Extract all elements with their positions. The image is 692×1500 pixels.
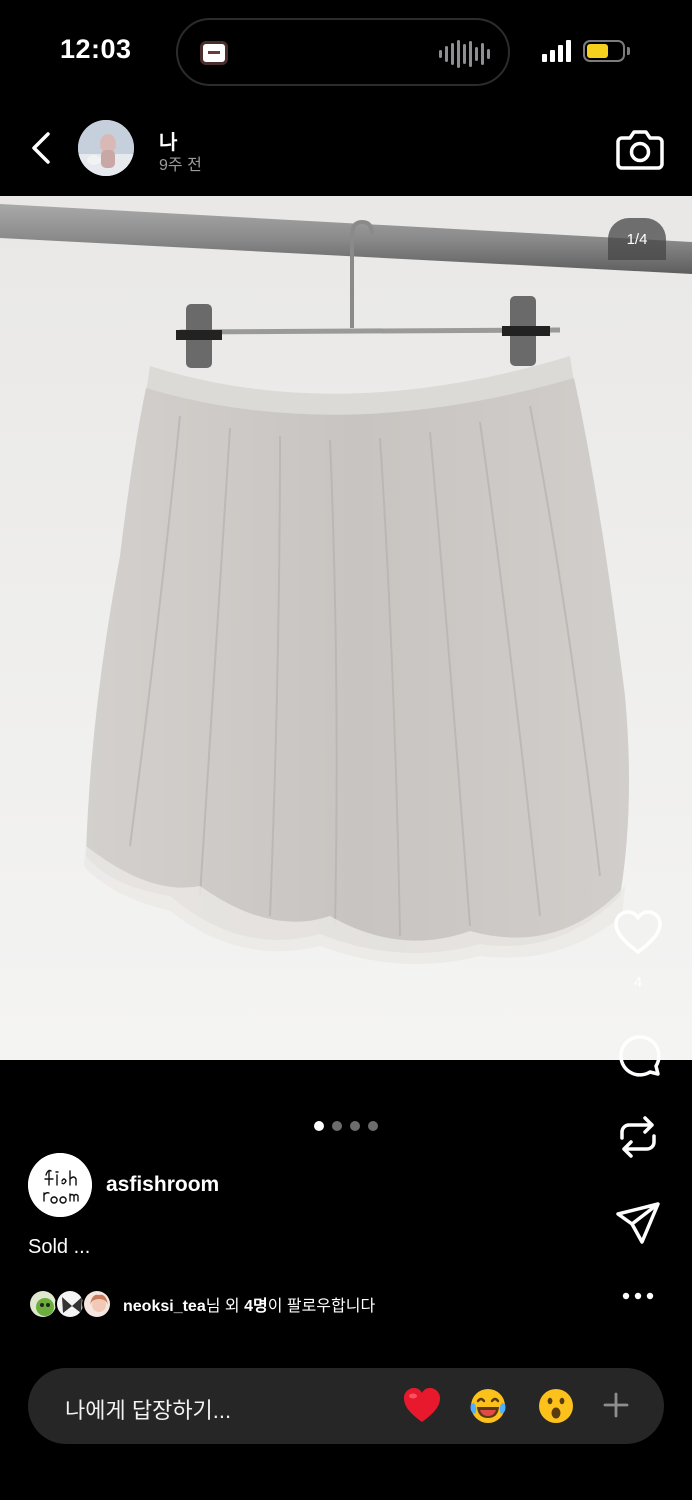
repost-button[interactable] (612, 1112, 664, 1162)
battery-fill (587, 44, 609, 58)
laugh-reaction-button[interactable] (468, 1386, 508, 1426)
tears-of-joy-emoji-icon (470, 1389, 506, 1423)
more-options-button[interactable] (612, 1272, 664, 1322)
repost-icon (620, 1116, 656, 1158)
surprised-emoji-icon (539, 1389, 573, 1423)
carousel-dot-4 (368, 1121, 378, 1131)
carousel-dot-2 (332, 1121, 342, 1131)
add-reaction-button[interactable] (601, 1390, 631, 1420)
comment-icon (619, 1035, 661, 1077)
avatar[interactable] (78, 120, 134, 176)
battery-icon (583, 40, 625, 62)
fishroom-logo (28, 1153, 92, 1217)
post-photo[interactable] (0, 196, 692, 1060)
red-heart-emoji-icon (404, 1388, 440, 1422)
camera-button[interactable] (614, 124, 666, 172)
follow-text: neoksi_tea님 외 4명이 팔로우합니다 (123, 1292, 375, 1316)
follow-middle: 님 외 (205, 1298, 245, 1315)
more-icon (622, 1292, 654, 1300)
follower-avatar-1 (28, 1289, 58, 1319)
send-icon (616, 1202, 660, 1244)
camera-icon (616, 130, 664, 170)
cellular-signal-icon (542, 40, 571, 62)
follower-name[interactable]: neoksi_tea (123, 1298, 206, 1315)
page-indicator: 1/4 (608, 218, 666, 260)
author-avatar[interactable] (28, 1153, 92, 1217)
reply-bar[interactable]: 나에게 답장하기... (28, 1368, 664, 1444)
plus-icon (603, 1392, 629, 1418)
battery-cap (627, 47, 630, 55)
back-button[interactable] (26, 128, 58, 168)
follow-suffix: 이 팔로우합니다 (267, 1298, 376, 1315)
like-count: 4 (633, 974, 643, 991)
status-time: 12:03 (60, 34, 132, 64)
author-name[interactable]: asfishroom (106, 1173, 219, 1197)
avatar-image (78, 120, 134, 176)
follower-avatar-3 (82, 1289, 112, 1319)
chevron-left-icon (32, 132, 50, 164)
dynamic-island[interactable] (176, 18, 510, 86)
like-button[interactable] (612, 908, 664, 958)
heart-reaction-button[interactable] (402, 1386, 442, 1426)
follower-count[interactable]: 4명 (244, 1298, 268, 1315)
reply-input[interactable]: 나에게 답장하기... (65, 1393, 231, 1425)
heart-icon (614, 910, 662, 954)
post-caption: Sold ... (28, 1236, 91, 1258)
follower-avatar-2 (55, 1289, 85, 1319)
carousel-dot-3 (350, 1121, 360, 1131)
status-bar: 12:03 (0, 0, 692, 104)
skirt-photo (0, 196, 692, 1060)
post-time: 9주 전 (159, 157, 202, 174)
followed-by[interactable]: neoksi_tea님 외 4명이 팔로우합니다 (28, 1288, 375, 1320)
audio-wave-icon (439, 40, 490, 68)
wow-reaction-button[interactable] (536, 1386, 576, 1426)
comment-button[interactable] (612, 1028, 664, 1078)
send-button[interactable] (612, 1198, 664, 1248)
carousel-dots (314, 1121, 378, 1131)
app-icon (200, 41, 228, 65)
carousel-dot-1 (314, 1121, 324, 1131)
